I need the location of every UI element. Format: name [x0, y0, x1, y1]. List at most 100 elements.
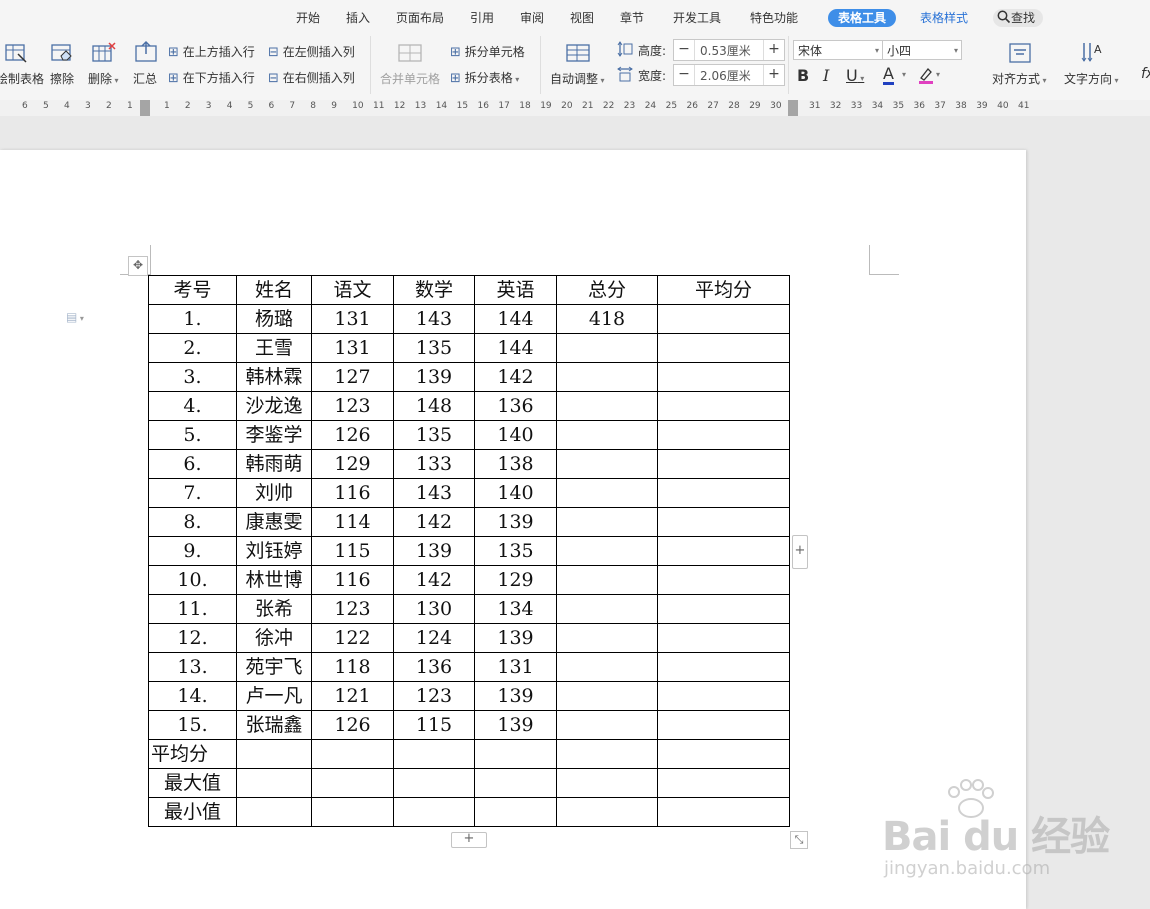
- table-cell[interactable]: 沙龙逸: [236, 391, 312, 421]
- table-cell[interactable]: [657, 739, 790, 769]
- table-cell[interactable]: [236, 739, 312, 769]
- table-cell[interactable]: [556, 739, 658, 769]
- table-header-cell[interactable]: 总分: [556, 275, 658, 305]
- table-cell[interactable]: 115: [393, 710, 475, 740]
- table-cell[interactable]: 131: [474, 652, 557, 682]
- table-cell[interactable]: [393, 739, 475, 769]
- table-cell[interactable]: 135: [474, 536, 557, 566]
- table-cell[interactable]: [657, 507, 790, 537]
- table-cell[interactable]: 122: [311, 623, 394, 653]
- tab-table-style[interactable]: 表格样式: [920, 9, 968, 27]
- table-cell[interactable]: 148: [393, 391, 475, 421]
- width-value[interactable]: 2.06厘米: [700, 67, 751, 84]
- table-cell[interactable]: 张瑞鑫: [236, 710, 312, 740]
- table-cell[interactable]: [657, 478, 790, 508]
- table-cell[interactable]: [657, 565, 790, 595]
- chevron-down-icon[interactable]: ▾: [936, 70, 940, 79]
- table-cell[interactable]: 1.: [148, 304, 237, 334]
- table-cell[interactable]: 142: [474, 362, 557, 392]
- table-cell[interactable]: [474, 768, 557, 798]
- table-cell[interactable]: [657, 449, 790, 479]
- table-cell[interactable]: [657, 623, 790, 653]
- table-cell[interactable]: 135: [393, 420, 475, 450]
- underline-button[interactable]: U ▾: [846, 66, 864, 85]
- table-cell[interactable]: [657, 681, 790, 711]
- table-cell[interactable]: [311, 797, 394, 827]
- table-cell[interactable]: [556, 565, 658, 595]
- table-cell[interactable]: [556, 623, 658, 653]
- table-cell[interactable]: 129: [311, 449, 394, 479]
- tab-chapter[interactable]: 章节: [620, 9, 644, 27]
- add-column-button[interactable]: +: [792, 535, 808, 569]
- split-table-button[interactable]: ⊞ 拆分表格 ▾: [450, 69, 519, 86]
- table-cell[interactable]: 126: [311, 710, 394, 740]
- increase-height-button[interactable]: +: [763, 40, 784, 60]
- tab-features[interactable]: 特色功能: [750, 9, 798, 27]
- paragraph-options-icon[interactable]: ▤ ▾: [66, 310, 84, 324]
- table-cell[interactable]: 144: [474, 304, 557, 334]
- erase-button[interactable]: 擦除: [50, 70, 74, 87]
- tab-references[interactable]: 引用: [470, 9, 494, 27]
- increase-width-button[interactable]: +: [763, 65, 784, 85]
- table-cell[interactable]: 118: [311, 652, 394, 682]
- table-cell[interactable]: 127: [311, 362, 394, 392]
- table-move-handle-icon[interactable]: ✥: [128, 256, 148, 276]
- table-cell[interactable]: [236, 797, 312, 827]
- table-cell[interactable]: 123: [311, 391, 394, 421]
- table-cell[interactable]: 徐冲: [236, 623, 312, 653]
- table-cell[interactable]: 林世博: [236, 565, 312, 595]
- table-cell[interactable]: [556, 362, 658, 392]
- tab-review[interactable]: 审阅: [520, 9, 544, 27]
- add-row-button[interactable]: +: [451, 832, 487, 848]
- table-cell[interactable]: [657, 391, 790, 421]
- decrease-width-button[interactable]: −: [674, 65, 695, 85]
- bold-button[interactable]: B: [797, 66, 809, 85]
- table-cell[interactable]: [556, 797, 658, 827]
- table-header-cell[interactable]: 数学: [393, 275, 475, 305]
- draw-table-button[interactable]: 绘制表格: [0, 70, 44, 87]
- delete-button[interactable]: 删除 ▾: [88, 70, 119, 87]
- decrease-height-button[interactable]: −: [674, 40, 695, 60]
- table-cell[interactable]: [556, 536, 658, 566]
- table-cell[interactable]: 143: [393, 304, 475, 334]
- tab-view[interactable]: 视图: [570, 9, 594, 27]
- table-cell[interactable]: 131: [311, 333, 394, 363]
- table-footer-label[interactable]: 最大值: [148, 768, 237, 798]
- table-cell[interactable]: 133: [393, 449, 475, 479]
- font-name-select[interactable]: 宋体 ▾: [793, 40, 883, 60]
- table-cell[interactable]: [556, 478, 658, 508]
- search-button[interactable]: 查找: [993, 9, 1044, 27]
- insert-col-right-button[interactable]: ⊟ 在右侧插入列: [268, 69, 355, 86]
- table-header-cell[interactable]: 英语: [474, 275, 557, 305]
- table-cell[interactable]: [311, 739, 394, 769]
- insert-row-above-button[interactable]: ⊞ 在上方插入行: [168, 43, 255, 60]
- table-cell[interactable]: [556, 507, 658, 537]
- table-header-cell[interactable]: 语文: [311, 275, 394, 305]
- table-cell[interactable]: [556, 594, 658, 624]
- table-cell[interactable]: [657, 362, 790, 392]
- table-cell[interactable]: 126: [311, 420, 394, 450]
- table-cell[interactable]: 韩林霖: [236, 362, 312, 392]
- table-cell[interactable]: [657, 652, 790, 682]
- table-cell[interactable]: [657, 333, 790, 363]
- table-cell[interactable]: [657, 536, 790, 566]
- merge-cells-button[interactable]: 合并单元格: [380, 70, 440, 87]
- table-cell[interactable]: 140: [474, 478, 557, 508]
- table-cell[interactable]: 11.: [148, 594, 237, 624]
- align-button[interactable]: 对齐方式 ▾: [992, 70, 1047, 87]
- table-cell[interactable]: 韩雨萌: [236, 449, 312, 479]
- table-cell[interactable]: [556, 652, 658, 682]
- table-cell[interactable]: 142: [393, 565, 475, 595]
- table-cell[interactable]: [657, 420, 790, 450]
- tab-start[interactable]: 开始: [296, 9, 320, 27]
- table-cell[interactable]: 8.: [148, 507, 237, 537]
- table-cell[interactable]: 刘钰婷: [236, 536, 312, 566]
- table-cell[interactable]: 121: [311, 681, 394, 711]
- table-cell[interactable]: 139: [393, 536, 475, 566]
- table-cell[interactable]: 123: [393, 681, 475, 711]
- table-cell[interactable]: 136: [393, 652, 475, 682]
- table-cell[interactable]: [311, 768, 394, 798]
- table-cell[interactable]: 张希: [236, 594, 312, 624]
- table-cell[interactable]: 140: [474, 420, 557, 450]
- chevron-down-icon[interactable]: ▾: [902, 70, 906, 79]
